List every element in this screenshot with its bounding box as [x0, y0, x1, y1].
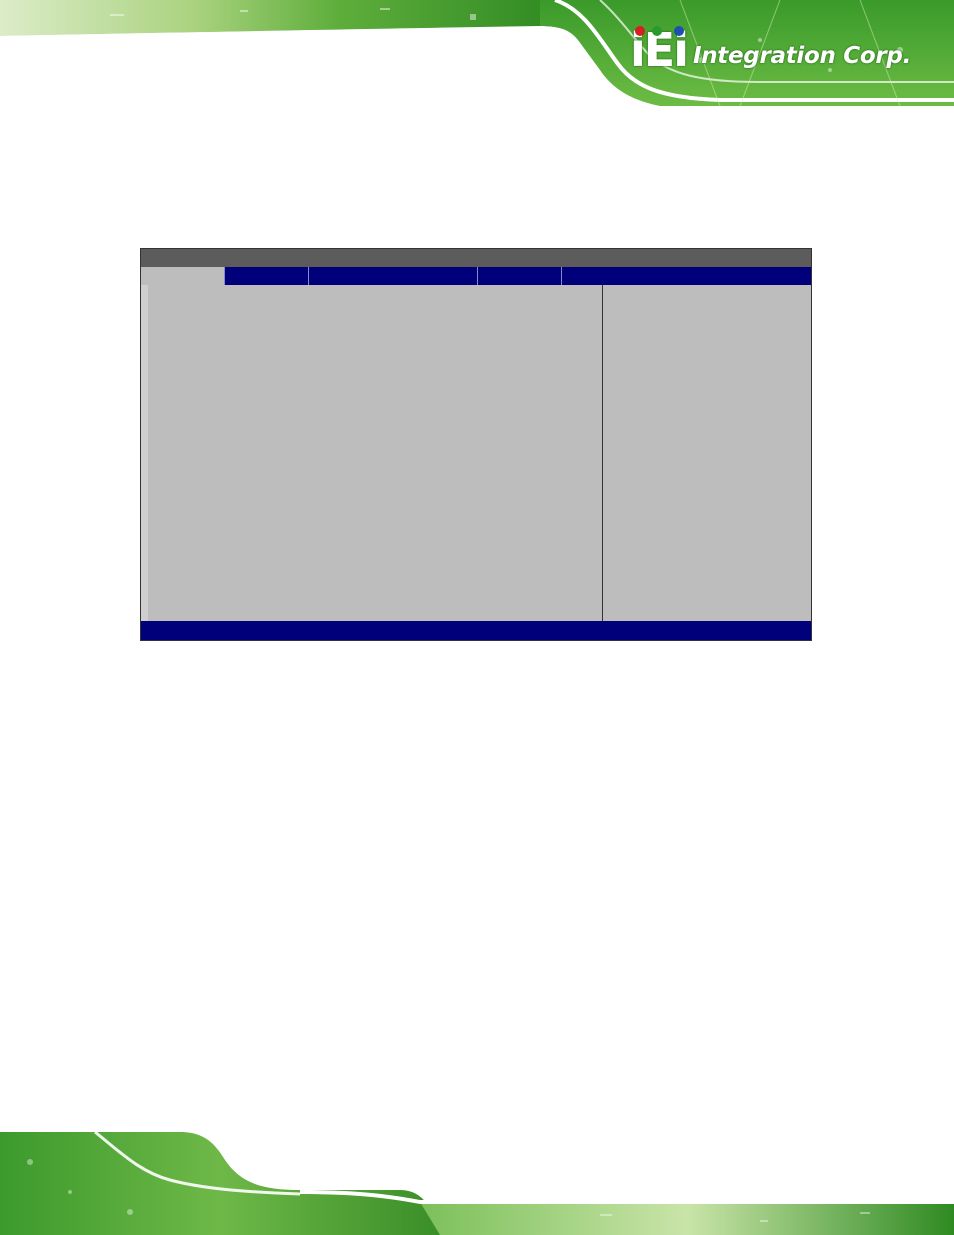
footer-circuit-graphic: [0, 1132, 954, 1235]
page-footer-banner: [0, 1132, 954, 1235]
logo-green-dot: [652, 26, 662, 36]
menu-tab-3[interactable]: [309, 267, 478, 285]
logo-blue-dot: [674, 26, 684, 36]
company-logo: iEi Integration Corp.: [630, 26, 912, 73]
menu-tab-4[interactable]: [478, 267, 562, 285]
menu-tab-2[interactable]: [225, 267, 309, 285]
logo-red-dot: [635, 26, 645, 36]
bios-menu-bar: [141, 267, 811, 285]
bios-title-bar: [141, 249, 811, 267]
bios-help-panel: [603, 285, 811, 621]
menu-tab-1[interactable]: [141, 267, 225, 285]
bios-main-panel: [141, 285, 603, 621]
logo-text: Integration Corp.: [692, 43, 912, 69]
bios-status-bar: [141, 621, 811, 640]
bios-body: [141, 285, 811, 621]
menu-tab-5[interactable]: [562, 267, 652, 285]
bios-setup-screen: [140, 248, 812, 641]
